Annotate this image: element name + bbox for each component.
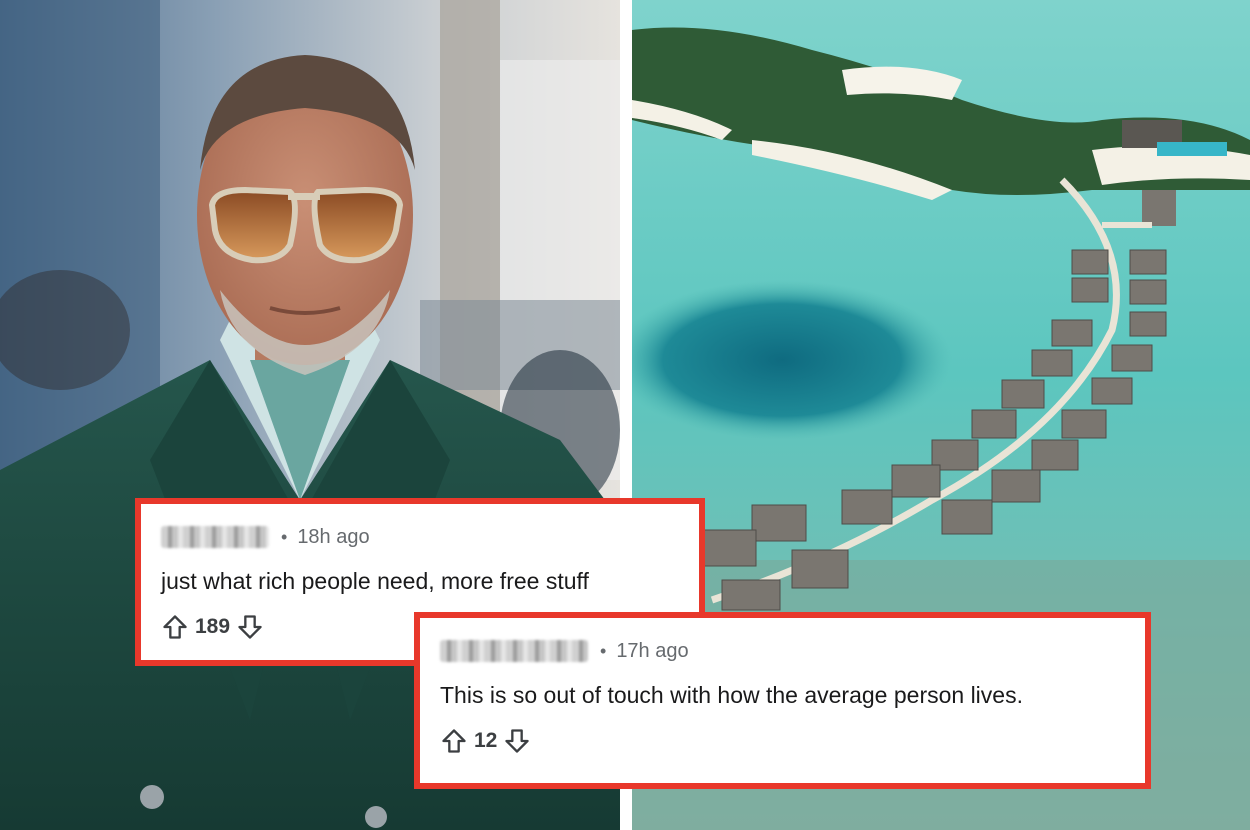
meta-separator-dot: •	[281, 526, 288, 547]
upvote-icon[interactable]	[161, 613, 189, 641]
comment-card: • 17h ago This is so out of touch with h…	[414, 612, 1151, 789]
vote-score: 189	[195, 615, 231, 638]
downvote-icon[interactable]	[503, 727, 531, 755]
obscured-username	[440, 640, 588, 662]
comment-text: This is so out of touch with how the ave…	[440, 682, 1023, 708]
comment-timestamp: 18h ago	[297, 525, 370, 548]
meta-separator-dot: •	[600, 640, 607, 661]
vote-bar: 12	[440, 727, 1125, 755]
comment-text: just what rich people need, more free st…	[161, 568, 589, 594]
comment-timestamp: 17h ago	[616, 639, 689, 662]
vote-score: 12	[474, 729, 498, 752]
comment-meta: • 17h ago	[440, 636, 1125, 666]
obscured-username	[161, 526, 269, 548]
comment-meta: • 18h ago	[161, 522, 679, 552]
downvote-icon[interactable]	[236, 613, 264, 641]
upvote-icon[interactable]	[440, 727, 468, 755]
